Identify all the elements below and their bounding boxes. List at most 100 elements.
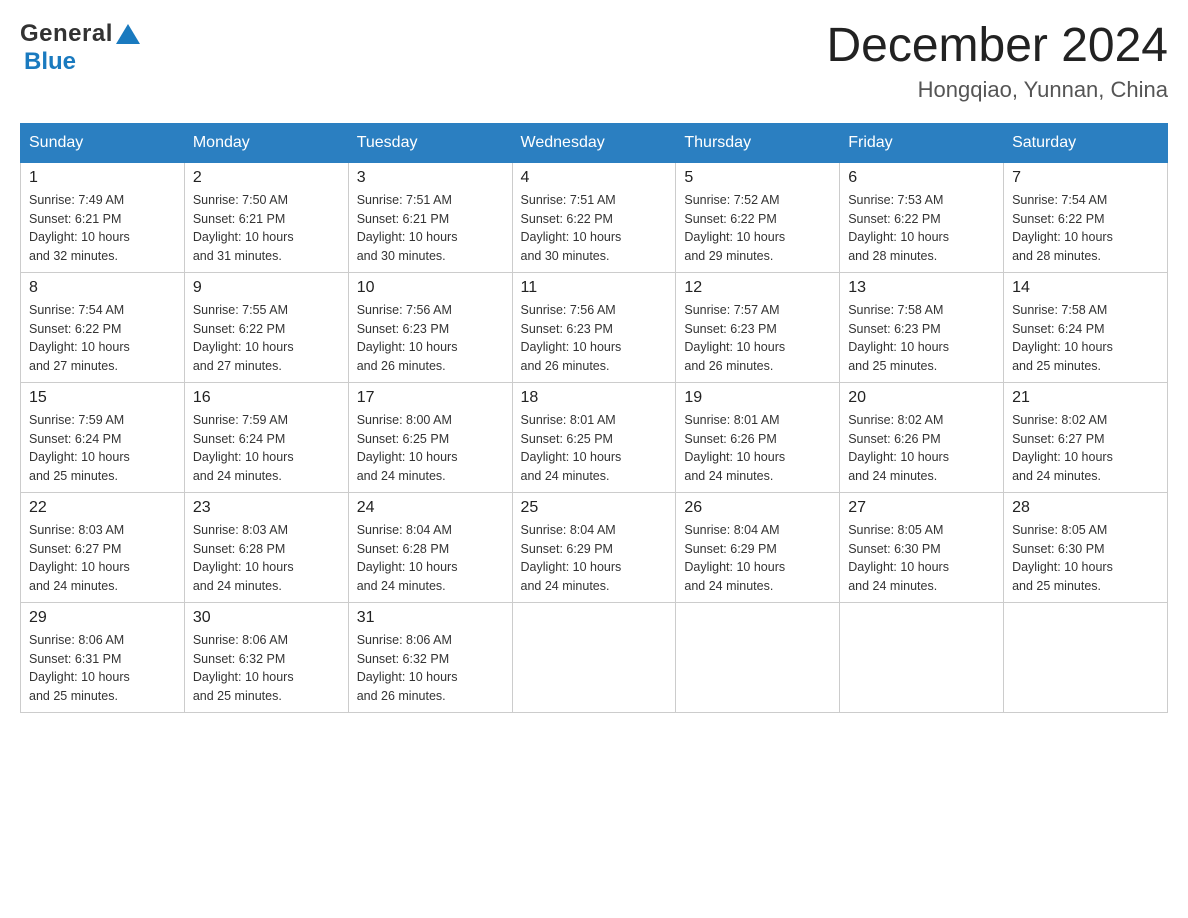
- day-number: 16: [193, 389, 340, 407]
- day-info: Sunrise: 7:59 AM Sunset: 6:24 PM Dayligh…: [29, 413, 130, 483]
- calendar-cell: 10 Sunrise: 7:56 AM Sunset: 6:23 PM Dayli…: [348, 272, 512, 382]
- logo-triangle-icon: [115, 22, 141, 48]
- calendar-table: SundayMondayTuesdayWednesdayThursdayFrid…: [20, 123, 1168, 713]
- day-number: 20: [848, 389, 995, 407]
- day-info: Sunrise: 8:06 AM Sunset: 6:32 PM Dayligh…: [193, 633, 294, 703]
- day-number: 15: [29, 389, 176, 407]
- day-number: 26: [684, 499, 831, 517]
- location-title: Hongqiao, Yunnan, China: [826, 77, 1168, 103]
- day-number: 12: [684, 279, 831, 297]
- calendar-cell: [1004, 602, 1168, 712]
- calendar-cell: 31 Sunrise: 8:06 AM Sunset: 6:32 PM Dayli…: [348, 602, 512, 712]
- day-number: 4: [521, 169, 668, 187]
- day-info: Sunrise: 7:50 AM Sunset: 6:21 PM Dayligh…: [193, 193, 294, 263]
- day-number: 8: [29, 279, 176, 297]
- day-number: 27: [848, 499, 995, 517]
- day-info: Sunrise: 7:56 AM Sunset: 6:23 PM Dayligh…: [521, 303, 622, 373]
- calendar-cell: 28Sunrise: 8:05 AM Sunset: 6:30 PM Dayli…: [1004, 492, 1168, 602]
- day-info: Sunrise: 7:54 AM Sunset: 6:22 PM Dayligh…: [1012, 193, 1113, 263]
- column-headers: SundayMondayTuesdayWednesdayThursdayFrid…: [21, 123, 1168, 162]
- week-row-3: 15 Sunrise: 7:59 AM Sunset: 6:24 PM Dayli…: [21, 382, 1168, 492]
- day-number: 21: [1012, 389, 1159, 407]
- day-info: Sunrise: 7:57 AM Sunset: 6:23 PM Dayligh…: [684, 303, 785, 373]
- day-number: 31: [357, 609, 504, 627]
- day-number: 14: [1012, 279, 1159, 297]
- day-info: Sunrise: 7:59 AM Sunset: 6:24 PM Dayligh…: [193, 413, 294, 483]
- calendar-cell: 16 Sunrise: 7:59 AM Sunset: 6:24 PM Dayli…: [184, 382, 348, 492]
- day-number: 5: [684, 169, 831, 187]
- calendar-cell: 30 Sunrise: 8:06 AM Sunset: 6:32 PM Dayli…: [184, 602, 348, 712]
- day-info: Sunrise: 8:02 AM Sunset: 6:26 PM Dayligh…: [848, 413, 949, 483]
- calendar-cell: 4 Sunrise: 7:51 AM Sunset: 6:22 PM Daylig…: [512, 162, 676, 272]
- day-number: 19: [684, 389, 831, 407]
- calendar-cell: 9Sunrise: 7:55 AM Sunset: 6:22 PM Daylig…: [184, 272, 348, 382]
- calendar-cell: 29 Sunrise: 8:06 AM Sunset: 6:31 PM Dayli…: [21, 602, 185, 712]
- day-info: Sunrise: 7:49 AM Sunset: 6:21 PM Dayligh…: [29, 193, 130, 263]
- day-info: Sunrise: 7:53 AM Sunset: 6:22 PM Dayligh…: [848, 193, 949, 263]
- day-info: Sunrise: 7:51 AM Sunset: 6:22 PM Dayligh…: [521, 193, 622, 263]
- day-info: Sunrise: 8:01 AM Sunset: 6:26 PM Dayligh…: [684, 413, 785, 483]
- header: General Blue December 2024 Hongqiao, Yun…: [20, 20, 1168, 103]
- header-col-thursday: Thursday: [676, 123, 840, 162]
- calendar-cell: 6 Sunrise: 7:53 AM Sunset: 6:22 PM Daylig…: [840, 162, 1004, 272]
- header-col-friday: Friday: [840, 123, 1004, 162]
- day-info: Sunrise: 8:06 AM Sunset: 6:32 PM Dayligh…: [357, 633, 458, 703]
- week-row-1: 1 Sunrise: 7:49 AM Sunset: 6:21 PM Daylig…: [21, 162, 1168, 272]
- calendar-cell: [840, 602, 1004, 712]
- header-col-saturday: Saturday: [1004, 123, 1168, 162]
- header-col-tuesday: Tuesday: [348, 123, 512, 162]
- day-number: 7: [1012, 169, 1159, 187]
- day-info: Sunrise: 7:58 AM Sunset: 6:24 PM Dayligh…: [1012, 303, 1113, 373]
- calendar-cell: [512, 602, 676, 712]
- calendar-cell: 20 Sunrise: 8:02 AM Sunset: 6:26 PM Dayli…: [840, 382, 1004, 492]
- day-info: Sunrise: 7:51 AM Sunset: 6:21 PM Dayligh…: [357, 193, 458, 263]
- header-col-sunday: Sunday: [21, 123, 185, 162]
- calendar-cell: [676, 602, 840, 712]
- day-info: Sunrise: 8:00 AM Sunset: 6:25 PM Dayligh…: [357, 413, 458, 483]
- calendar-cell: 7 Sunrise: 7:54 AM Sunset: 6:22 PM Daylig…: [1004, 162, 1168, 272]
- calendar-cell: 5 Sunrise: 7:52 AM Sunset: 6:22 PM Daylig…: [676, 162, 840, 272]
- day-number: 6: [848, 169, 995, 187]
- day-info: Sunrise: 7:52 AM Sunset: 6:22 PM Dayligh…: [684, 193, 785, 263]
- day-number: 3: [357, 169, 504, 187]
- calendar-cell: 14 Sunrise: 7:58 AM Sunset: 6:24 PM Dayli…: [1004, 272, 1168, 382]
- calendar-cell: 25 Sunrise: 8:04 AM Sunset: 6:29 PM Dayli…: [512, 492, 676, 602]
- day-info: Sunrise: 8:03 AM Sunset: 6:28 PM Dayligh…: [193, 523, 294, 593]
- calendar-cell: 12 Sunrise: 7:57 AM Sunset: 6:23 PM Dayli…: [676, 272, 840, 382]
- day-info: Sunrise: 8:04 AM Sunset: 6:29 PM Dayligh…: [684, 523, 785, 593]
- logo-general-text: General: [20, 20, 113, 48]
- day-info: Sunrise: 8:02 AM Sunset: 6:27 PM Dayligh…: [1012, 413, 1113, 483]
- calendar-cell: 2Sunrise: 7:50 AM Sunset: 6:21 PM Daylig…: [184, 162, 348, 272]
- day-info: Sunrise: 7:58 AM Sunset: 6:23 PM Dayligh…: [848, 303, 949, 373]
- day-info: Sunrise: 8:04 AM Sunset: 6:29 PM Dayligh…: [521, 523, 622, 593]
- day-number: 17: [357, 389, 504, 407]
- month-title: December 2024: [826, 20, 1168, 73]
- day-info: Sunrise: 8:01 AM Sunset: 6:25 PM Dayligh…: [521, 413, 622, 483]
- day-number: 23: [193, 499, 340, 517]
- week-row-4: 22 Sunrise: 8:03 AM Sunset: 6:27 PM Dayli…: [21, 492, 1168, 602]
- day-number: 18: [521, 389, 668, 407]
- day-info: Sunrise: 7:56 AM Sunset: 6:23 PM Dayligh…: [357, 303, 458, 373]
- week-row-5: 29 Sunrise: 8:06 AM Sunset: 6:31 PM Dayli…: [21, 602, 1168, 712]
- day-number: 29: [29, 609, 176, 627]
- day-info: Sunrise: 8:03 AM Sunset: 6:27 PM Dayligh…: [29, 523, 130, 593]
- day-number: 30: [193, 609, 340, 627]
- day-info: Sunrise: 8:06 AM Sunset: 6:31 PM Dayligh…: [29, 633, 130, 703]
- day-info: Sunrise: 8:05 AM Sunset: 6:30 PM Dayligh…: [848, 523, 949, 593]
- day-number: 10: [357, 279, 504, 297]
- day-info: Sunrise: 8:05 AM Sunset: 6:30 PM Dayligh…: [1012, 523, 1113, 593]
- calendar-cell: 23 Sunrise: 8:03 AM Sunset: 6:28 PM Dayli…: [184, 492, 348, 602]
- logo: General Blue: [20, 20, 141, 76]
- day-number: 1: [29, 169, 176, 187]
- calendar-cell: 15 Sunrise: 7:59 AM Sunset: 6:24 PM Dayli…: [21, 382, 185, 492]
- logo-blue-text: Blue: [24, 48, 76, 76]
- header-col-monday: Monday: [184, 123, 348, 162]
- calendar-cell: 22 Sunrise: 8:03 AM Sunset: 6:27 PM Dayli…: [21, 492, 185, 602]
- calendar-cell: 18 Sunrise: 8:01 AM Sunset: 6:25 PM Dayli…: [512, 382, 676, 492]
- calendar-cell: 21 Sunrise: 8:02 AM Sunset: 6:27 PM Dayli…: [1004, 382, 1168, 492]
- day-number: 22: [29, 499, 176, 517]
- calendar-cell: 24Sunrise: 8:04 AM Sunset: 6:28 PM Dayli…: [348, 492, 512, 602]
- calendar-cell: 1 Sunrise: 7:49 AM Sunset: 6:21 PM Daylig…: [21, 162, 185, 272]
- day-number: 25: [521, 499, 668, 517]
- calendar-cell: 26 Sunrise: 8:04 AM Sunset: 6:29 PM Dayli…: [676, 492, 840, 602]
